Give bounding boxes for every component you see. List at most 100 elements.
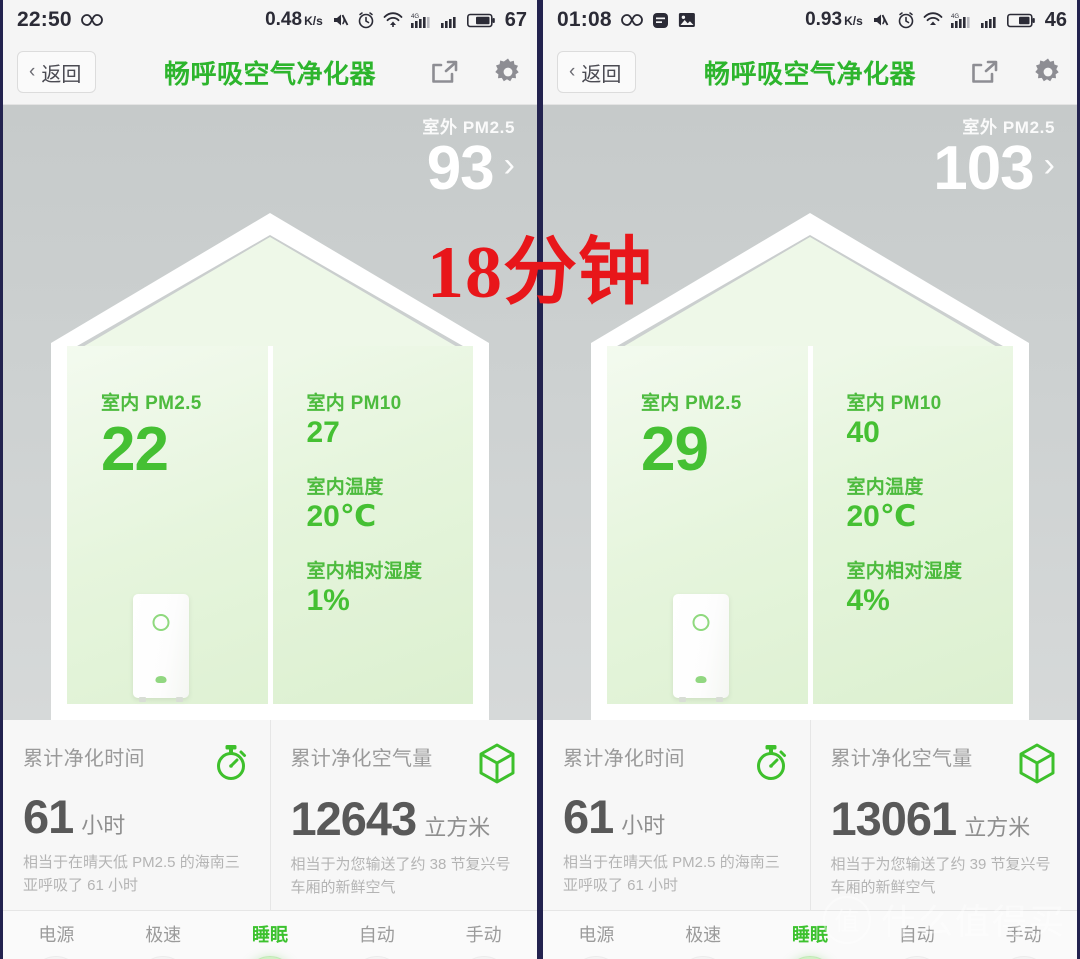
mode-label: 手动 <box>465 925 502 945</box>
stat-title: 累计净化时间 <box>23 748 145 770</box>
alarm-icon <box>357 11 375 29</box>
mode-label: 睡眠 <box>251 925 288 945</box>
nav-bar: ‹ 返回 畅呼吸空气净化器 <box>3 40 537 105</box>
gear-icon[interactable] <box>493 57 523 87</box>
back-button[interactable]: ‹ 返回 <box>17 51 97 93</box>
mode-label: 极速 <box>145 925 182 945</box>
house-rooms: 室内 PM2.5 29 室内 PM10 40 室内温度 20℃ 室内相对湿度 4… <box>607 346 1013 704</box>
hero-house-section: 室外 PM2.5 103 › 室内 PM2.5 29 室内 PM10 40 室内… <box>543 105 1077 720</box>
stat-purified-air-volume[interactable]: 累计净化空气量 13061 立方米 相当于为您输送了约 39 节复兴号车厢的新鲜… <box>811 720 1078 910</box>
mode-button-manual[interactable]: 手动 M↕ <box>970 921 1077 959</box>
cube-icon <box>1017 742 1057 789</box>
indoor-temperature-block: 室内温度 20℃ <box>307 472 474 533</box>
back-button-label: 返回 <box>41 63 82 86</box>
indoor-pm10-block: 室内 PM10 40 <box>847 388 1014 449</box>
stat-header: 累计净化时间 <box>23 742 250 787</box>
mode-button-turbo[interactable]: 极速 <box>650 921 757 959</box>
mode-button-power[interactable]: 电源 <box>543 921 650 959</box>
signal-4g-icon: 4G <box>410 12 433 29</box>
alarm-icon <box>897 11 915 29</box>
status-clock: 22:50 <box>17 8 72 31</box>
device-foot-left <box>139 697 146 702</box>
stat-value-row: 61 小时 <box>563 793 790 840</box>
svg-text:4G: 4G <box>411 14 419 20</box>
mode-button-sleep[interactable]: 睡眠 <box>757 921 864 959</box>
gear-icon[interactable] <box>1033 57 1063 87</box>
outdoor-pm25-block[interactable]: 室外 PM2.5 93 › <box>422 113 515 201</box>
indoor-humidity-block: 室内相对湿度 1% <box>307 556 474 617</box>
stat-purify-time[interactable]: 累计净化时间 61 小时 相当于在晴天低 PM2.5 的海南三亚呼吸了 61 小… <box>3 720 271 910</box>
chevron-left-icon: ‹ <box>29 61 36 82</box>
stat-header: 累计净化空气量 <box>831 742 1058 789</box>
room-right: 室内 PM10 40 室内温度 20℃ 室内相对湿度 4% <box>813 346 1014 704</box>
wifi-icon <box>383 12 403 28</box>
chevron-right-icon[interactable]: › <box>504 146 515 185</box>
house-roof <box>591 211 1029 361</box>
stat-value-row: 13061 立方米 <box>831 795 1058 842</box>
indoor-temperature-label: 室内温度 <box>306 477 384 498</box>
back-button[interactable]: ‹ 返回 <box>557 51 637 93</box>
status-bar-right: 0.93 K/s 4G 46 <box>805 9 1067 32</box>
status-bar-right: 0.48 K/s 4G 67 <box>265 9 527 32</box>
share-icon[interactable] <box>429 58 459 86</box>
indoor-humidity-value: 1% <box>306 584 350 617</box>
net-speed: 0.48 K/s <box>265 9 323 30</box>
indoor-temperature-label: 室内温度 <box>846 477 924 498</box>
stat-value: 61 <box>23 790 74 843</box>
stat-unit: 小时 <box>81 813 126 838</box>
indoor-pm10-label: 室内 PM10 <box>306 393 402 414</box>
status-bar-left: 01:08 <box>557 8 696 32</box>
mode-button-turbo[interactable]: 极速 <box>110 921 217 959</box>
device-foot-right <box>716 697 723 702</box>
indoor-pm10-value: 40 <box>846 416 880 449</box>
stat-note: 相当于为您输送了约 39 节复兴号车厢的新鲜空气 <box>830 856 1051 896</box>
stat-note: 相当于在晴天低 PM2.5 的海南三亚呼吸了 61 小时 <box>23 854 240 894</box>
mode-button-power[interactable]: 电源 <box>3 921 110 959</box>
svg-text:4G: 4G <box>951 14 959 20</box>
indoor-temperature-value: 20℃ <box>306 500 377 533</box>
mode-label: 睡眠 <box>791 925 828 945</box>
indoor-temperature-value: 20℃ <box>846 500 917 533</box>
stats-section: 累计净化时间 61 小时 相当于在晴天低 PM2.5 的海南三亚呼吸了 61 小… <box>3 720 537 911</box>
stat-note: 相当于为您输送了约 38 节复兴号车厢的新鲜空气 <box>290 856 511 896</box>
outdoor-pm25-block[interactable]: 室外 PM2.5 103 › <box>933 113 1055 201</box>
stat-note: 相当于在晴天低 PM2.5 的海南三亚呼吸了 61 小时 <box>563 854 780 894</box>
back-button-label: 返回 <box>581 63 622 86</box>
wifi-icon <box>923 12 943 28</box>
nav-actions <box>969 57 1063 87</box>
signal-4g-icon: 4G <box>950 12 973 29</box>
stat-value: 12643 <box>290 792 418 845</box>
outdoor-pm25-value: 103 <box>933 134 1034 203</box>
device-leaf-logo-icon <box>155 676 167 683</box>
mode-label: 自动 <box>898 925 935 945</box>
mode-button-sleep[interactable]: 睡眠 <box>217 921 324 959</box>
stopwatch-icon <box>752 742 790 787</box>
indoor-pm10-value: 27 <box>306 416 340 449</box>
house-roof <box>51 211 489 361</box>
phone-pane-left: 22:50 0.48 K/s 4G 67 ‹ 返回 畅呼吸空气净化器 室外 PM… <box>0 0 540 959</box>
share-icon[interactable] <box>969 58 999 86</box>
room-left: 室内 PM2.5 22 <box>67 346 273 704</box>
signal-icon <box>980 12 999 29</box>
mode-button-manual[interactable]: 手动 M↕ <box>430 921 537 959</box>
status-bar-left: 22:50 <box>17 8 103 32</box>
stat-unit: 立方米 <box>964 815 1031 840</box>
device-leaf-logo-icon <box>695 676 707 683</box>
indoor-pm25-value: 22 <box>101 415 169 484</box>
mode-bar: 电源 极速 睡眠 自动 手动 <box>543 911 1077 959</box>
battery-percent: 46 <box>1044 8 1067 31</box>
air-purifier-device <box>133 594 189 702</box>
mode-label: 手动 <box>1005 925 1042 945</box>
chevron-left-icon: ‹ <box>569 61 576 82</box>
mode-button-auto[interactable]: 自动 A <box>863 921 970 959</box>
outdoor-pm25-row: 103 › <box>933 136 1055 201</box>
net-speed: 0.93 K/s <box>805 9 863 30</box>
stat-purify-time[interactable]: 累计净化时间 61 小时 相当于在晴天低 PM2.5 的海南三亚呼吸了 61 小… <box>543 720 811 910</box>
indoor-pm10-label: 室内 PM10 <box>846 393 942 414</box>
battery-percent: 67 <box>504 8 527 31</box>
chevron-right-icon[interactable]: › <box>1044 146 1055 185</box>
indoor-pm25-block: 室内 PM2.5 29 <box>641 388 808 481</box>
mode-button-auto[interactable]: 自动 A <box>323 921 430 959</box>
stat-purified-air-volume[interactable]: 累计净化空气量 12643 立方米 相当于为您输送了约 38 节复兴号车厢的新鲜… <box>271 720 538 910</box>
stat-value-row: 61 小时 <box>23 793 250 840</box>
